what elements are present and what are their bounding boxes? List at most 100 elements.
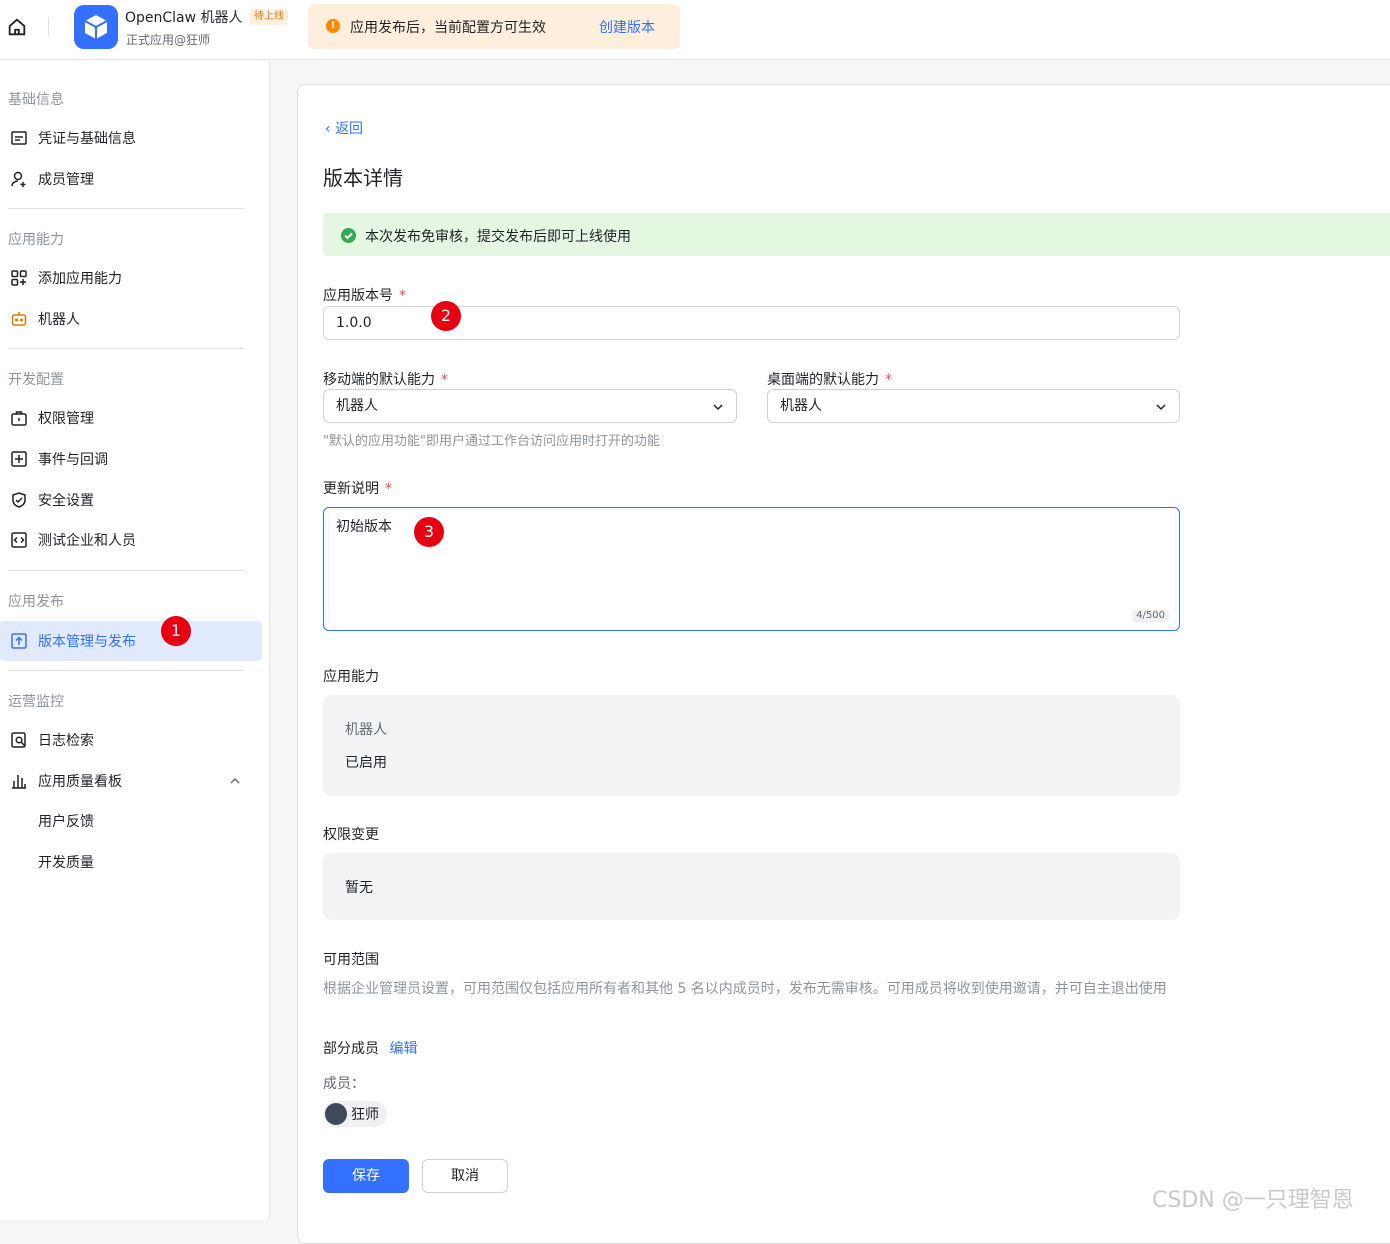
mobile-default-value: 机器人 — [336, 398, 378, 414]
required-mark: * — [885, 372, 892, 388]
sidebar-item-credentials[interactable]: 凭证与基础信息 — [0, 118, 262, 158]
capability-box: 机器人 已启用 — [323, 695, 1180, 796]
add-user-icon — [10, 170, 28, 188]
annotation-marker-3: 3 — [414, 517, 444, 547]
char-counter: 4/500 — [1132, 609, 1169, 622]
upload-icon — [10, 632, 28, 650]
sidebar-item-versions[interactable]: 版本管理与发布 — [0, 621, 262, 661]
desktop-default-label-text: 桌面端的默认能力 — [767, 372, 879, 388]
sidebar-item-label: 用户反馈 — [38, 814, 94, 830]
app-subtitle: 正式应用@狂师 — [126, 33, 211, 47]
member-name: 狂师 — [351, 1107, 379, 1123]
mobile-default-label-text: 移动端的默认能力 — [323, 372, 435, 388]
desktop-default-value: 机器人 — [780, 398, 822, 414]
required-mark: * — [441, 372, 448, 388]
divider — [8, 348, 244, 349]
required-mark: * — [399, 288, 406, 304]
sidebar-item-logs[interactable]: 日志检索 — [0, 720, 262, 760]
sidebar-item-test-org[interactable]: 测试企业和人员 — [0, 520, 262, 560]
log-search-icon — [10, 731, 28, 749]
scope-type-text: 部分成员 — [323, 1041, 379, 1057]
briefcase-icon — [10, 409, 28, 427]
sidebar-item-permissions[interactable]: 权限管理 — [0, 398, 262, 438]
notes-label: 更新说明 * — [323, 478, 392, 498]
sidebar-item-label: 测试企业和人员 — [38, 533, 136, 549]
desktop-default-select[interactable]: 机器人 — [767, 389, 1180, 423]
app-logo — [74, 5, 118, 49]
check-circle-icon — [341, 228, 356, 243]
section-title-capability: 应用能力 — [8, 232, 64, 248]
sidebar-item-members[interactable]: 成员管理 — [0, 159, 262, 199]
create-version-link[interactable]: 创建版本 — [599, 17, 655, 37]
notice-banner: ! 应用发布后，当前配置方可生效 创建版本 — [308, 4, 680, 49]
mobile-default-label: 移动端的默认能力 * — [323, 369, 448, 389]
status-badge: 待上线 — [250, 9, 288, 25]
sidebar-item-label: 应用质量看板 — [38, 774, 122, 790]
notes-textarea[interactable]: 初始版本 4/500 — [323, 507, 1180, 631]
robot-icon — [10, 310, 28, 328]
success-message: 本次发布免审核，提交发布后即可上线使用 — [365, 229, 631, 245]
sidebar-item-label: 权限管理 — [38, 411, 94, 427]
sidebar-item-add-capability[interactable]: 添加应用能力 — [0, 258, 262, 298]
bar-chart-icon — [10, 772, 28, 790]
id-card-icon — [10, 129, 28, 147]
members-label: 成员： — [323, 1076, 365, 1092]
top-bar: OpenClaw 机器人 待上线 正式应用@狂师 ! 应用发布后，当前配置方可生… — [0, 0, 1390, 60]
notes-label-text: 更新说明 — [323, 481, 379, 497]
cancel-button[interactable]: 取消 — [422, 1159, 508, 1193]
permission-value: 暂无 — [345, 880, 373, 896]
scope-description: 根据企业管理员设置，可用范围仅包括应用所有者和其他 5 名以内成员时，发布无需审… — [323, 981, 1167, 997]
chevron-down-icon — [1156, 404, 1166, 411]
chevron-left-icon: ‹ — [325, 121, 336, 137]
desktop-default-label: 桌面端的默认能力 * — [767, 369, 892, 389]
version-label-text: 应用版本号 — [323, 288, 393, 304]
edit-scope-link[interactable]: 编辑 — [389, 1041, 417, 1057]
capability-status: 已启用 — [345, 755, 387, 771]
section-title-dev: 开发配置 — [8, 372, 64, 388]
sidebar-item-label: 事件与回调 — [38, 452, 108, 468]
save-button[interactable]: 保存 — [323, 1159, 409, 1193]
chevron-up-icon[interactable] — [228, 774, 242, 788]
sidebar-item-label: 机器人 — [38, 312, 80, 328]
section-title-basic: 基础信息 — [8, 92, 64, 108]
member-chip[interactable]: 狂师 — [323, 1101, 387, 1127]
divider — [8, 570, 244, 571]
sidebar-item-label: 版本管理与发布 — [38, 634, 136, 650]
chevron-down-icon — [713, 404, 723, 411]
content-card — [297, 84, 1390, 1244]
section-title-release: 应用发布 — [8, 594, 64, 610]
sidebar-item-label: 凭证与基础信息 — [38, 131, 136, 147]
mobile-default-select[interactable]: 机器人 — [323, 389, 737, 423]
capability-name: 机器人 — [345, 722, 387, 738]
notes-value: 初始版本 — [336, 519, 392, 535]
page-title: 版本详情 — [323, 166, 403, 190]
back-link[interactable]: ‹ 返回 — [325, 118, 363, 138]
default-capability-hint: "默认的应用功能"即用户通过工作台访问应用时打开的功能 — [323, 434, 660, 449]
permission-label: 权限变更 — [323, 827, 379, 843]
event-icon — [10, 450, 28, 468]
scope-type: 部分成员 编辑 — [323, 1038, 417, 1058]
sidebar-item-security[interactable]: 安全设置 — [0, 480, 262, 520]
avatar — [325, 1103, 347, 1125]
sidebar-item-quality-board[interactable]: 应用质量看板 — [0, 761, 262, 801]
app-name: OpenClaw 机器人 — [125, 10, 243, 26]
warning-icon: ! — [326, 19, 340, 33]
sidebar: 基础信息 凭证与基础信息 成员管理 应用能力 添加应用能力 机器人 开发配置 权… — [0, 61, 270, 1220]
sidebar-item-events[interactable]: 事件与回调 — [0, 439, 262, 479]
capability-label: 应用能力 — [323, 669, 379, 685]
sidebar-item-label: 成员管理 — [38, 172, 94, 188]
sidebar-item-dev-quality[interactable]: 开发质量 — [0, 842, 262, 882]
scope-label: 可用范围 — [323, 952, 379, 968]
permission-box: 暂无 — [323, 853, 1180, 920]
shield-icon — [10, 491, 28, 509]
divider — [8, 670, 244, 671]
apps-grid-icon — [10, 269, 28, 287]
sidebar-item-feedback[interactable]: 用户反馈 — [0, 801, 262, 841]
version-label: 应用版本号 * — [323, 285, 406, 305]
section-title-ops: 运营监控 — [8, 694, 64, 710]
cube-icon — [84, 15, 108, 39]
notice-text: 应用发布后，当前配置方可生效 — [350, 20, 546, 36]
sidebar-item-bot[interactable]: 机器人 — [0, 299, 262, 339]
code-icon — [10, 531, 28, 549]
home-icon[interactable] — [6, 16, 28, 38]
